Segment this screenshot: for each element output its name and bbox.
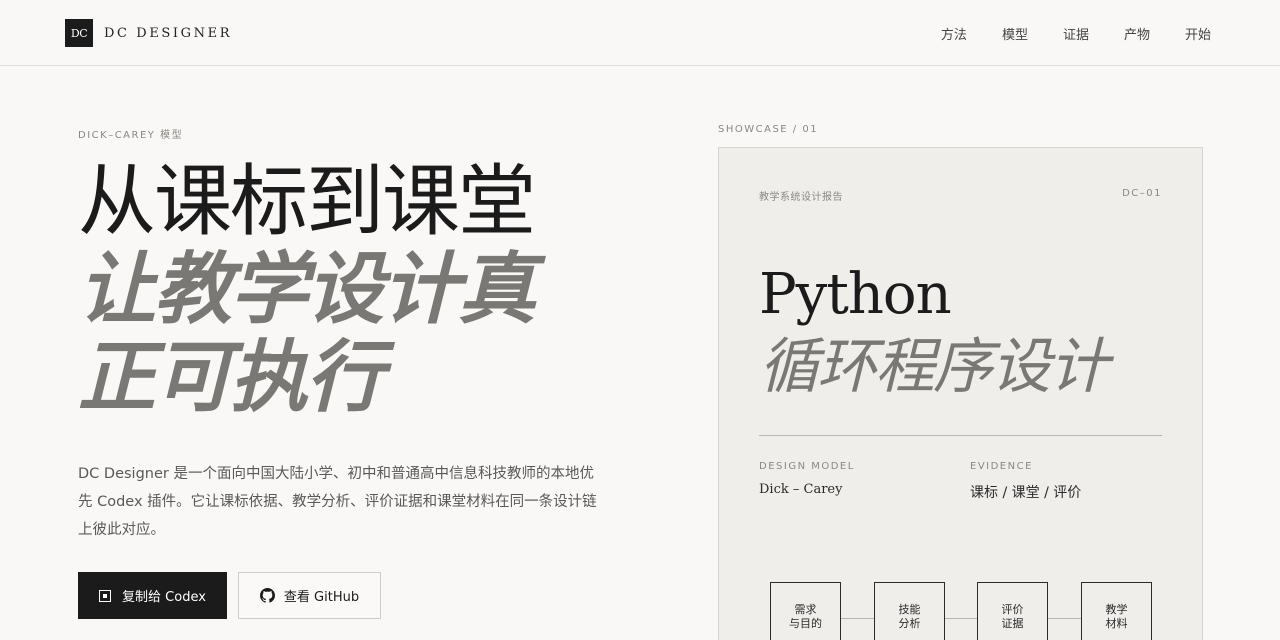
design-model-value: Dick – Carey (759, 482, 843, 497)
flow-step-needs: 需求 与目的 (770, 582, 841, 640)
brand-logo[interactable]: DC DC DESIGNER (65, 19, 232, 47)
nav-item-model[interactable]: 模型 (1002, 24, 1028, 43)
copy-to-codex-button[interactable]: 复制给 Codex (78, 572, 227, 619)
nav-item-output[interactable]: 产物 (1124, 24, 1150, 43)
hero-eyebrow: DICK–CAREY 模型 (78, 130, 184, 141)
view-github-label: 查看 GitHub (283, 590, 360, 605)
nav-item-start[interactable]: 开始 (1185, 24, 1211, 43)
showcase-label: SHOWCASE / 01 (718, 124, 819, 135)
card-divider (759, 435, 1162, 436)
flow-step-evidence: 评价 证据 (977, 582, 1048, 640)
flow-step-skills: 技能 分析 (874, 582, 945, 640)
design-model-label: DESIGN MODEL (759, 461, 855, 472)
headline-line-3: 正可执行 (78, 332, 384, 423)
nav-item-evidence[interactable]: 证据 (1063, 24, 1089, 43)
copy-to-codex-label: 复制给 Codex (122, 590, 206, 605)
card-code: DC–01 (1122, 188, 1162, 199)
square-icon (99, 589, 112, 602)
hero-headline: 从课标到课堂 让教学设计真 正可执行 (78, 157, 536, 423)
headline-line-1: 从课标到课堂 (78, 157, 536, 247)
github-icon (259, 588, 275, 603)
hero-description: DC Designer 是一个面向中国大陆小学、初中和普通高中信息科技教师的本地… (78, 466, 597, 538)
design-flow: 需求 与目的 技能 分析 评价 证据 教学 材料 (770, 582, 1152, 640)
flow-step-materials: 教学 材料 (1081, 582, 1152, 640)
logo-mark: DC (65, 19, 93, 47)
brand-name: DC DESIGNER (104, 25, 233, 41)
site-header: DC DC DESIGNER 方法 模型 证据 产物 开始 (0, 0, 1280, 66)
evidence-label: EVIDENCE (970, 461, 1033, 472)
headline-line-2: 让教学设计真 (78, 244, 536, 335)
showcase-card[interactable]: 教学系统设计报告 DC–01 Python 循环程序设计 DESIGN MODE… (718, 147, 1203, 640)
card-title-line-2: 循环程序设计 (759, 332, 1109, 402)
card-subtitle: 教学系统设计报告 (759, 192, 843, 203)
evidence-value: 课标 / 课堂 / 评价 (970, 485, 1082, 501)
nav-item-method[interactable]: 方法 (941, 24, 967, 43)
view-github-button[interactable]: 查看 GitHub (238, 572, 381, 619)
card-title-line-1: Python (759, 262, 952, 327)
top-nav: 方法 模型 证据 产物 开始 (906, 24, 1211, 43)
